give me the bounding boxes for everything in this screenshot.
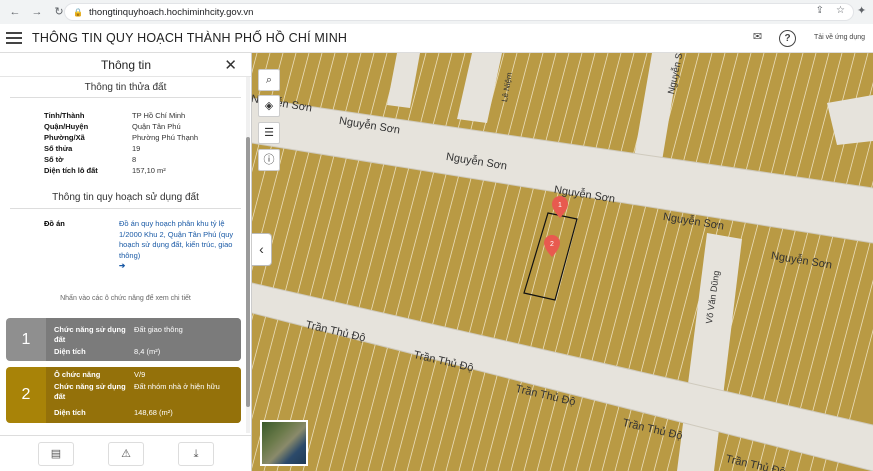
info-row: Số tờ 8 [44,154,251,165]
browser-toolbar: ← → ↻ 🔒 thongtinquyhoach.hochiminhcity.g… [0,0,873,24]
arrow-right-icon[interactable]: → [30,5,44,19]
project-link-block: Đồ án quy hoạch phân khu tỷ lệ 1/2000 Kh… [119,219,234,272]
card-row: Diện tích 8,4 (m²) [54,347,160,357]
address-bar[interactable]: 🔒 thongtinquyhoach.hochiminhcity.gov.vn … [64,3,854,21]
info-value: 8 [132,155,137,164]
project-label: Đồ án [44,219,65,228]
info-row: Phường/Xã Phường Phú Thạnh [44,132,251,143]
card-label: Diện tích [54,408,86,417]
document-icon[interactable]: ▤ [38,442,74,466]
scroll-thumb[interactable] [246,137,250,407]
card-row: Chức năng sử dụng đất Đất giao thông [54,325,183,345]
info-row: Quận/Huyện Quận Tân Phú [44,121,251,132]
map-view[interactable]: 1 2 Nguyễn Sơn Nguyễn Sơn Nguyễn Sơn Ngu… [252,53,873,471]
card-row: Diện tích 148,68 (m²) [54,408,173,418]
arrow-right-icon[interactable]: ➔ [119,261,125,270]
land-use-card-2[interactable]: 2 Ô chức năng V/9 Chức năng sử dụng đất Đấ… [6,367,241,423]
info-label: Quận/Huyện [44,122,89,131]
project-row: Đồ án Đồ án quy hoạch phân khu tỷ lệ 1/2… [44,219,251,281]
help-icon[interactable]: ? [779,30,796,47]
card-number: 1 [21,330,31,348]
info-label: Diện tích lô đất [44,166,98,175]
close-icon[interactable]: ✕ [224,56,237,74]
panel-scrollbar[interactable] [246,77,250,433]
info-value: 157,10 m² [132,166,166,175]
layers-icon[interactable]: ◈ [258,95,280,117]
share-icon[interactable]: ⇪ [816,5,824,16]
info-label: Phường/Xã [44,133,85,142]
info-icon[interactable]: ⓘ [258,149,280,171]
card-value: V/9 [134,370,146,379]
marker-1-label: 1 [558,202,562,209]
card-body: Ô chức năng V/9 Chức năng sử dụng đất Đất … [46,367,241,423]
info-row: Số thửa 19 [44,143,251,154]
info-row: Tỉnh/Thành TP Hồ Chí Minh [44,110,251,121]
download-app-link[interactable]: Tải về ứng dụng [814,34,865,41]
card-row: Chức năng sử dụng đất Đất nhóm nhà ở hiện… [54,382,220,402]
download-icon[interactable]: ⤓ [178,442,214,466]
project-link[interactable]: Đồ án quy hoạch phân khu tỷ lệ 1/2000 Kh… [119,219,233,260]
card-value: Đất nhóm nhà ở hiện hữu [134,382,220,391]
panel-header: Thông tin ✕ [0,53,251,77]
marker-2-label: 2 [550,241,554,248]
panel-title: Thông tin [100,58,152,72]
collapse-panel-button[interactable]: ‹ [252,233,272,266]
menu-icon[interactable] [6,32,22,44]
land-section-title: Thông tin thửa đất [10,77,241,98]
card-label: Ô chức năng [54,370,101,379]
lock-icon: 🔒 [73,7,83,17]
info-value: 19 [132,144,141,153]
marker-2: 2 [544,235,560,257]
card-row: Ô chức năng V/9 [54,370,145,380]
plan-section-title: Thông tin quy hoạch sử dụng đất [10,184,241,209]
list-icon[interactable]: ☰ [258,122,280,144]
info-label: Số thửa [44,144,73,153]
card-label: Diện tích [54,347,86,356]
page-title: THÔNG TIN QUY HOẠCH THÀNH PHỐ HỒ CHÍ MIN… [32,31,348,45]
arrow-left-icon[interactable]: ← [8,5,22,19]
info-label: Số tờ [44,155,64,164]
info-value: TP Hồ Chí Minh [132,111,186,120]
extensions-icon[interactable]: ✦ [857,4,871,17]
info-panel: Thông tin ✕ Thông tin thửa đất Tỉnh/Thàn… [0,53,252,471]
mail-icon[interactable]: ✉ [749,30,766,47]
info-row: Diện tích lô đất 157,10 m² [44,165,251,176]
card-body: Chức năng sử dụng đất Đất giao thông Diện… [46,318,241,361]
url-text: thongtinquyhoach.hochiminhcity.gov.vn [89,6,254,18]
app-header: THÔNG TIN QUY HOẠCH THÀNH PHỐ HỒ CHÍ MIN… [0,24,873,53]
card-label: Chức năng sử dụng đất [54,325,126,344]
card-number: 2 [21,386,31,403]
star-icon[interactable]: ☆ [836,5,845,16]
hint-text: Nhấn vào các ô chức năng để xem chi tiết [60,295,191,302]
land-use-card-1[interactable]: 1 Chức năng sử dụng đất Đất giao thông Di… [6,318,241,361]
info-value: Quận Tân Phú [132,122,181,131]
panel-footer: ▤ ⚠ ⤓ [0,435,251,471]
satellite-minimap[interactable] [260,420,308,466]
search-icon[interactable]: ⌕ [258,69,280,91]
land-info-table: Tỉnh/Thành TP Hồ Chí Minh Quận/Huyện Quận … [44,110,251,176]
card-value: 148,68 (m²) [134,408,173,417]
card-value: Đất giao thông [134,325,183,334]
info-label: Tỉnh/Thành [44,111,85,120]
selected-parcel [523,212,578,301]
info-value: Phường Phú Thạnh [132,133,199,142]
card-label: Chức năng sử dụng đất [54,382,126,401]
warning-icon[interactable]: ⚠ [108,442,144,466]
card-value: 8,4 (m²) [134,347,161,356]
